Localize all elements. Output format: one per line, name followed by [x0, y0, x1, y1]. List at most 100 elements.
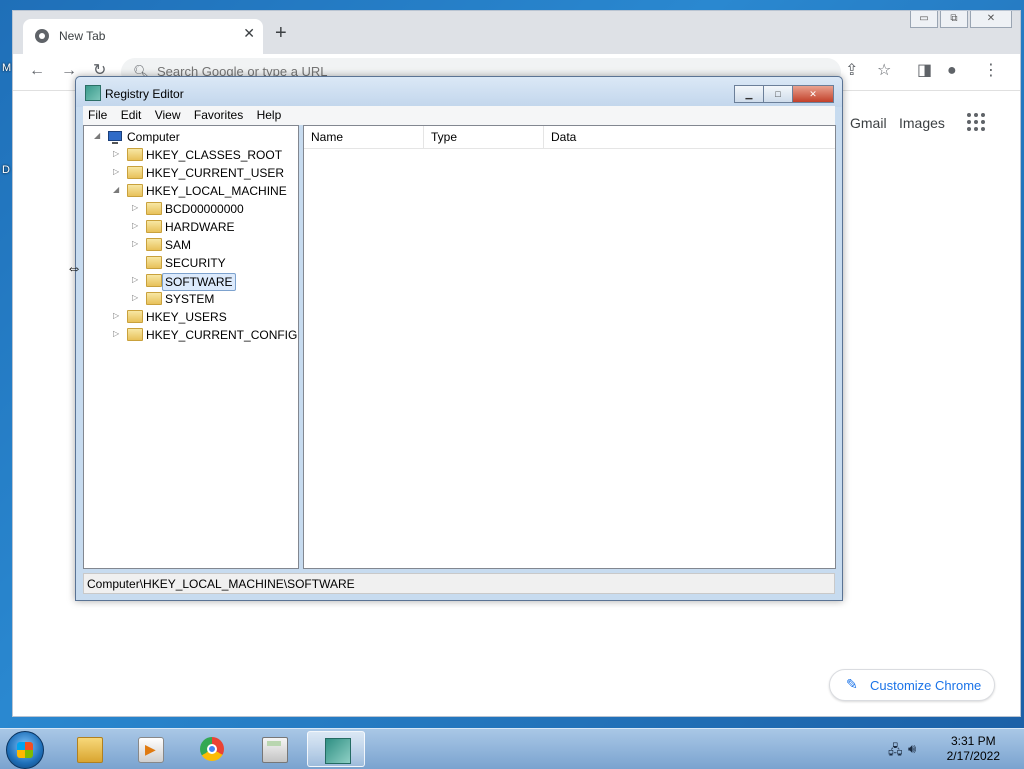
folder-icon [146, 256, 162, 269]
calculator-icon [262, 737, 288, 763]
tree-node-label: HKEY_CURRENT_CONFIG [146, 328, 298, 342]
folder-icon [146, 220, 162, 233]
tree-node-label: HKEY_LOCAL_MACHINE [146, 184, 287, 198]
computer-icon [108, 131, 122, 144]
expand-arrow-icon[interactable]: ▷ [113, 311, 121, 321]
tree-node-label: HKEY_USERS [146, 310, 227, 324]
clock-date: 2/17/2022 [946, 749, 1000, 763]
chrome-window-controls: ▭ ⧉ ✕ [910, 11, 1012, 28]
tree-node-label-selected: SOFTWARE [162, 273, 236, 291]
regedit-close-button[interactable]: ✕ [792, 85, 834, 103]
network-icon[interactable]: 🖧︎ [888, 741, 903, 763]
tab-new-tab[interactable]: New Tab ✕ [23, 19, 263, 54]
registry-editor-window: Registry Editor ▁ □ ✕ File Edit View Fav… [75, 76, 843, 601]
pencil-icon: ✎ [846, 676, 858, 692]
taskbar-explorer[interactable] [60, 731, 118, 767]
folder-icon [127, 310, 143, 323]
start-button[interactable] [6, 731, 44, 769]
collapse-arrow-icon[interactable]: ◢ [113, 185, 121, 195]
share-icon[interactable]: ⇪ [845, 62, 858, 80]
expand-arrow-icon[interactable]: ▷ [132, 221, 140, 231]
regedit-titlebar[interactable]: Registry Editor ▁ □ ✕ [76, 77, 842, 107]
values-list[interactable]: Name Type Data [303, 125, 836, 569]
column-header-name[interactable]: Name [304, 126, 424, 148]
horizontal-resize-cursor-icon: ⇔ [66, 260, 82, 277]
menu-favorites[interactable]: Favorites [189, 106, 248, 125]
chrome-close-button[interactable]: ✕ [970, 11, 1012, 28]
chrome-favicon-icon [35, 29, 49, 43]
expand-arrow-icon[interactable]: ▷ [132, 239, 140, 249]
regedit-window-controls: ▁ □ ✕ [734, 85, 834, 103]
folder-icon [146, 202, 162, 215]
tree-node-label: BCD00000000 [165, 202, 244, 216]
tree-node-label: Computer [127, 130, 180, 144]
regedit-minimize-button[interactable]: ▁ [734, 85, 764, 103]
clock[interactable]: 3:31 PM 2/17/2022 [947, 734, 1000, 764]
regedit-menubar: File Edit View Favorites Help [83, 106, 835, 125]
customize-chrome-label: Customize Chrome [870, 678, 982, 693]
chrome-titlebar[interactable]: New Tab ✕ + ▭ ⧉ ✕ [13, 11, 1020, 54]
tab-close-icon[interactable]: ✕ [243, 25, 255, 42]
folder-icon [127, 166, 143, 179]
back-arrow-icon[interactable]: ← [29, 62, 45, 80]
chrome-restore-button[interactable]: ⧉ [940, 11, 968, 28]
bookmark-star-icon[interactable]: ☆ [877, 62, 891, 80]
taskbar-media-player[interactable] [121, 731, 179, 767]
tree-node-label: HKEY_CLASSES_ROOT [146, 148, 283, 162]
status-path: Computer\HKEY_LOCAL_MACHINE\SOFTWARE [87, 577, 355, 591]
customize-chrome-button[interactable]: ✎ Customize Chrome [829, 669, 995, 701]
chrome-minimize-button[interactable]: ▭ [910, 11, 938, 28]
tree-node-label: SECURITY [165, 256, 226, 270]
desktop-icon-label[interactable]: M [2, 62, 11, 74]
tab-title: New Tab [59, 29, 106, 43]
tree-node-label: SYSTEM [165, 292, 215, 306]
expand-arrow-icon[interactable]: ▷ [132, 293, 140, 303]
volume-icon[interactable]: 🔊︎ [908, 741, 916, 757]
media-player-icon [138, 737, 164, 763]
menu-help[interactable]: Help [252, 106, 287, 125]
menu-view[interactable]: View [150, 106, 186, 125]
taskbar-calculator[interactable] [245, 731, 303, 767]
folder-icon [127, 148, 143, 161]
list-header: Name Type Data [304, 126, 835, 149]
expand-arrow-icon[interactable]: ▷ [113, 167, 121, 177]
registry-editor-icon [85, 85, 101, 101]
column-header-data[interactable]: Data [544, 126, 834, 148]
forward-arrow-icon[interactable]: → [61, 62, 77, 80]
status-bar: Computer\HKEY_LOCAL_MACHINE\SOFTWARE [83, 573, 835, 594]
chrome-icon [200, 737, 224, 761]
expand-arrow-icon[interactable]: ▷ [132, 275, 140, 285]
google-apps-icon[interactable] [967, 113, 985, 131]
gmail-link[interactable]: Gmail [850, 115, 887, 131]
registry-tree[interactable]: ◢ Computer ▷ HKEY_CLASSES_ROOT ▷ HKEY_CU… [83, 125, 299, 569]
system-tray: 🖧︎ 🔊︎ 3:31 PM 2/17/2022 [884, 729, 1024, 769]
profile-avatar-icon[interactable]: ● [947, 62, 957, 80]
new-tab-button[interactable]: + [275, 23, 287, 43]
folder-icon [146, 274, 162, 287]
regedit-maximize-button[interactable]: □ [763, 85, 793, 103]
menu-edit[interactable]: Edit [116, 106, 147, 125]
tree-node-label: HARDWARE [165, 220, 235, 234]
taskbar-registry-editor[interactable] [307, 731, 365, 767]
menu-file[interactable]: File [83, 106, 112, 125]
folder-icon [127, 184, 143, 197]
folder-icon [146, 292, 162, 305]
clock-time: 3:31 PM [950, 734, 996, 748]
tree-node-label: SAM [165, 238, 192, 252]
side-panel-icon[interactable]: ◨ [917, 62, 932, 80]
taskbar-chrome[interactable] [183, 731, 241, 767]
folder-icon [146, 238, 162, 251]
column-header-type[interactable]: Type [424, 126, 544, 148]
expand-arrow-icon[interactable]: ▷ [113, 149, 121, 159]
collapse-arrow-icon[interactable]: ◢ [94, 131, 102, 141]
regedit-title: Registry Editor [105, 87, 184, 101]
taskbar: 🖧︎ 🔊︎ 3:31 PM 2/17/2022 [0, 728, 1024, 769]
desktop-icon-label[interactable]: D [2, 164, 10, 176]
expand-arrow-icon[interactable]: ▷ [113, 329, 121, 339]
tree-node-label: HKEY_CURRENT_USER [146, 166, 285, 180]
images-link[interactable]: Images [899, 115, 945, 131]
more-menu-icon[interactable]: ⋮ [983, 62, 999, 80]
registry-editor-icon [325, 738, 351, 764]
expand-arrow-icon[interactable]: ▷ [132, 203, 140, 213]
explorer-folder-icon [77, 737, 103, 763]
